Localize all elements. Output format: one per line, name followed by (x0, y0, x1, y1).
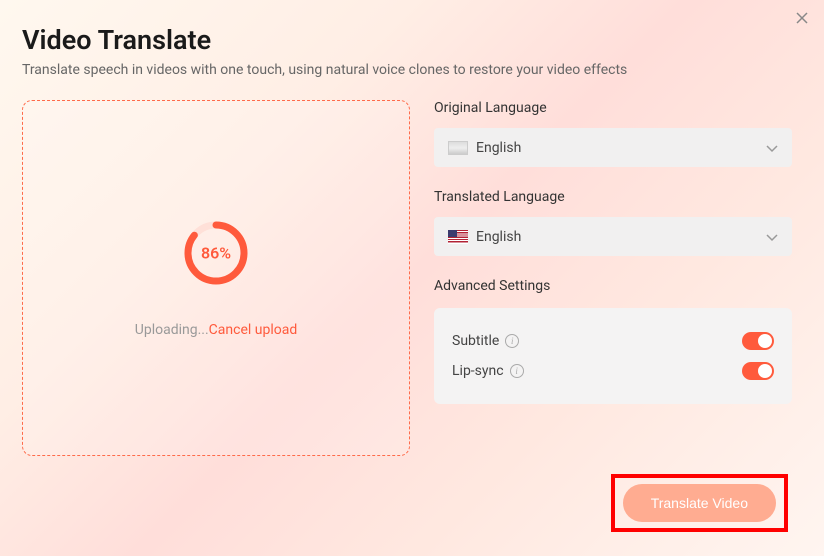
flag-icon (448, 230, 468, 244)
upload-progress: 86% (181, 218, 251, 288)
close-button[interactable] (792, 8, 812, 28)
cancel-upload-link[interactable]: Cancel upload (209, 322, 298, 338)
progress-percent: 86% (201, 244, 231, 263)
page-title: Video Translate (22, 24, 800, 56)
chevron-down-icon (766, 227, 778, 246)
subtitle-toggle[interactable] (742, 332, 774, 350)
translate-video-button[interactable]: Translate Video (623, 484, 776, 522)
translate-button-highlight: Translate Video (611, 474, 788, 532)
lipsync-toggle[interactable] (742, 362, 774, 380)
advanced-settings-panel: Subtitle i Lip-sync i (434, 308, 792, 404)
lipsync-toggle-label: Lip-sync (452, 363, 504, 379)
original-language-value: English (476, 140, 521, 156)
advanced-settings-label: Advanced Settings (434, 278, 792, 294)
subtitle-toggle-label: Subtitle (452, 333, 499, 349)
flag-icon (448, 141, 468, 155)
upload-dropzone[interactable]: 86% Uploading...Cancel upload (22, 100, 410, 456)
translated-language-select[interactable]: English (434, 217, 792, 256)
page-subtitle: Translate speech in videos with one touc… (22, 62, 800, 78)
upload-status: Uploading...Cancel upload (135, 322, 298, 338)
original-language-label: Original Language (434, 100, 792, 116)
chevron-down-icon (766, 138, 778, 157)
translated-language-label: Translated Language (434, 189, 792, 205)
uploading-text: Uploading... (135, 322, 209, 338)
info-icon[interactable]: i (510, 364, 524, 378)
close-icon (795, 11, 809, 25)
translated-language-value: English (476, 229, 521, 245)
info-icon[interactable]: i (505, 334, 519, 348)
original-language-select[interactable]: English (434, 128, 792, 167)
